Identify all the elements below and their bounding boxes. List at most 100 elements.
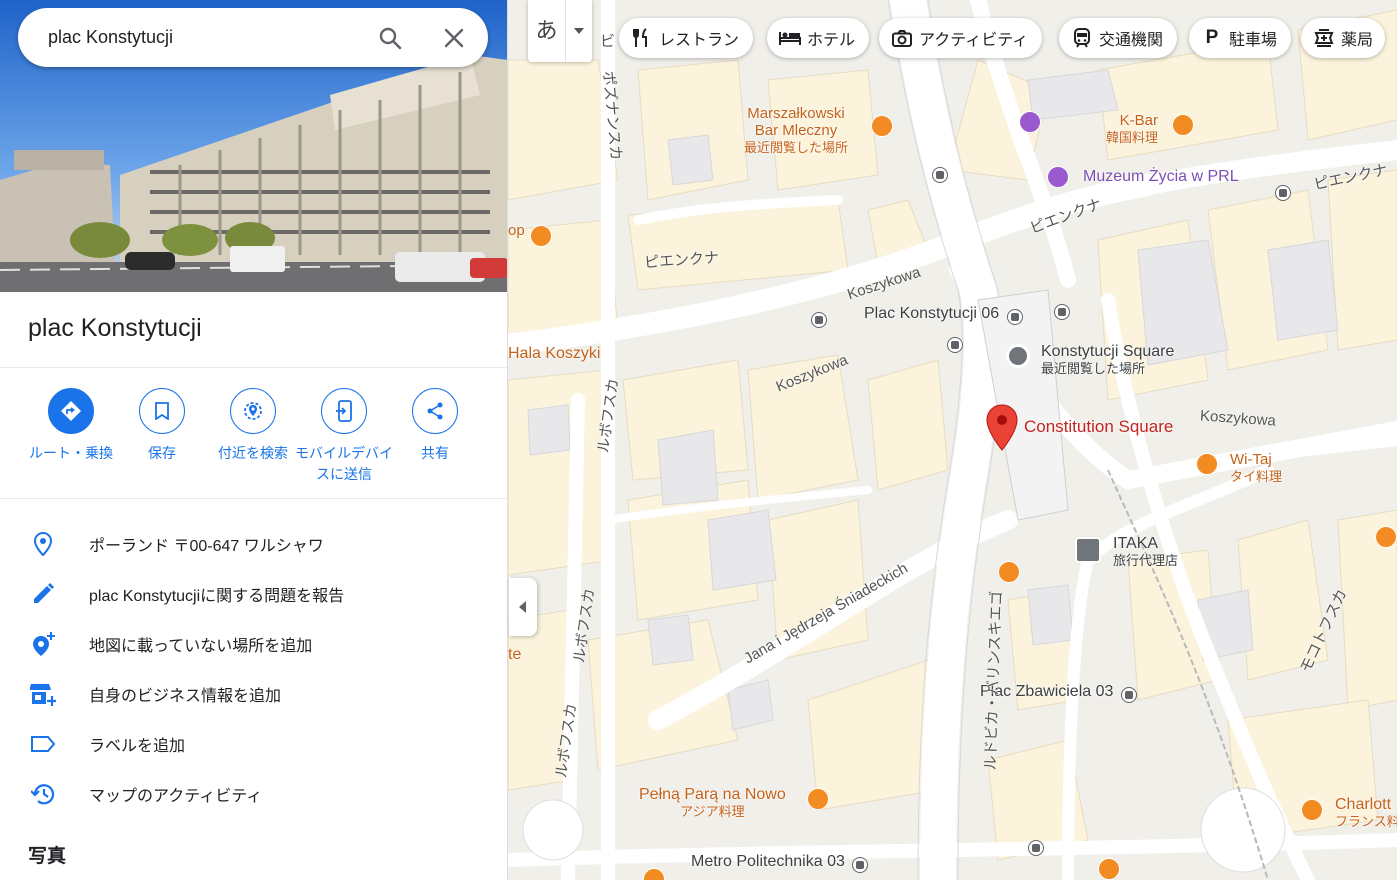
transit-stop-icon[interactable] <box>947 337 963 353</box>
poi-constitution-label[interactable]: Constitution Square <box>1024 417 1173 437</box>
chip-transit-label: 交通機関 <box>1099 32 1164 49</box>
address-row[interactable]: ポーランド 〒00-647 ワルシャワ <box>0 519 507 569</box>
poi-charlott-label[interactable]: Charlott フランス料 <box>1335 796 1397 830</box>
chip-activity[interactable]: アクティビティ <box>879 18 1043 58</box>
clear-search-button[interactable] <box>438 22 470 54</box>
place-title: plac Konstytucji <box>28 314 202 342</box>
chip-pharmacy[interactable]: 薬局 <box>1301 18 1386 58</box>
poi-muzeum-label[interactable]: Muzeum Życia w PRL <box>1083 168 1239 186</box>
app-root: Marszałkowski Bar Mleczny 最近閲覧した場所 K-Bar… <box>0 0 1397 880</box>
chip-hotel[interactable]: ホテル <box>767 18 870 58</box>
search-box: plac Konstytucji <box>18 8 488 67</box>
tram-stop-icon <box>1120 687 1137 703</box>
send-to-phone-label: モバイルデバイスに送信 <box>295 445 393 482</box>
nearby-label: 付近を検索 <box>218 445 288 461</box>
place-marker-konst-square[interactable] <box>1006 344 1030 368</box>
restaurant-pin-witaj[interactable] <box>1196 453 1218 475</box>
transit-plac06-label[interactable]: Plac Konstytucji 06 <box>864 305 1023 325</box>
poi-hala-label[interactable]: Hala Koszyki <box>508 345 600 363</box>
chip-parking[interactable]: P 駐車場 <box>1189 18 1292 58</box>
poi-kbar-sub: 韓国料理 <box>1106 130 1159 145</box>
transit-stop-icon[interactable] <box>811 312 827 328</box>
share-button[interactable]: 共有 <box>385 388 485 464</box>
add-business-text: 自身のビジネス情報を追加 <box>89 688 282 705</box>
collapse-panel-button[interactable] <box>509 578 537 636</box>
poi-itaka-sub: 旅行代理店 <box>1113 553 1179 568</box>
search-input[interactable]: plac Konstytucji <box>48 8 173 67</box>
transit-stop-icon[interactable] <box>1275 185 1291 201</box>
transit-stop-icon[interactable] <box>932 167 948 183</box>
travel-agency-pin-itaka[interactable] <box>1075 537 1101 563</box>
restaurant-pin-pelna[interactable] <box>807 788 829 810</box>
send-to-phone-icon <box>321 388 367 434</box>
selected-location-pin-icon[interactable] <box>985 404 1019 452</box>
address-text: ポーランド 〒00-647 ワルシャワ <box>89 538 324 555</box>
input-method-dropdown[interactable] <box>566 0 592 62</box>
chip-transit[interactable]: 交通機関 <box>1059 18 1178 58</box>
caret-down-icon <box>574 28 584 34</box>
add-business-icon <box>30 681 56 707</box>
poi-konst-square-label[interactable]: Konstytucji Square 最近閲覧した場所 <box>1041 343 1174 377</box>
divider <box>0 367 507 368</box>
transit-stop-icon[interactable] <box>1028 840 1044 856</box>
chip-hotel-label: ホテル <box>807 32 856 49</box>
restaurant-pin-op[interactable] <box>530 225 552 247</box>
restaurant-pin-2[interactable] <box>998 561 1020 583</box>
restaurant-pin-charlott[interactable] <box>1301 799 1323 821</box>
poi-op-label[interactable]: op <box>508 222 525 239</box>
map-activity-row[interactable]: マップのアクティビティ <box>0 769 507 819</box>
street-bi: ビ <box>600 33 616 50</box>
label-icon <box>30 731 56 757</box>
directions-button[interactable]: ルート・乗換 <box>21 388 121 464</box>
poi-marszalkowski-label[interactable]: Marszałkowski Bar Mleczny 最近閲覧した場所 <box>744 105 848 156</box>
poi-pelna-label[interactable]: Pełną Parą na Nowo アジア料理 <box>639 786 786 820</box>
save-button[interactable]: 保存 <box>112 388 212 464</box>
poi-kbar-label[interactable]: K-Bar 韓国料理 <box>1106 112 1158 146</box>
transit-icon <box>1071 27 1093 49</box>
transit-stop-icon[interactable] <box>1054 304 1070 320</box>
close-icon <box>444 28 464 48</box>
add-business-row[interactable]: 自身のビジネス情報を追加 <box>0 669 507 719</box>
poi-marszalkowski-name2: Bar Mleczny <box>754 122 838 139</box>
pharmacy-icon <box>1313 27 1335 49</box>
nearby-button[interactable]: 付近を検索 <box>203 388 303 464</box>
directions-icon <box>48 388 94 434</box>
add-place-row[interactable]: 地図に載っていない場所を追加 <box>0 619 507 669</box>
chip-parking-label: 駐車場 <box>1229 32 1278 49</box>
chip-pharmacy-label: 薬局 <box>1341 32 1374 49</box>
photos-heading: 写真 <box>28 846 67 867</box>
transit-metro-label[interactable]: Metro Politechnika 03 <box>691 853 869 873</box>
restaurant-pin-kbar[interactable] <box>1172 114 1194 136</box>
restaurant-pin-bottom[interactable] <box>1098 858 1120 880</box>
add-place-text: 地図に載っていない場所を追加 <box>89 638 313 655</box>
transit-plac06-name: Plac Konstytucji 06 <box>864 305 1000 322</box>
map-activity-text: マップのアクティビティ <box>89 788 263 805</box>
restaurant-pin-marszalkowski[interactable] <box>871 115 893 137</box>
send-to-phone-button[interactable]: モバイルデバイスに送信 <box>294 388 394 485</box>
museum-pin-1[interactable] <box>1019 111 1041 133</box>
search-button[interactable] <box>374 22 406 54</box>
tram-stop-icon <box>1006 309 1023 325</box>
input-method-button[interactable]: あ <box>528 0 566 62</box>
action-buttons: ルート・乗換 保存 付近を検索 モバイルデバイスに送信 共有 <box>0 388 507 488</box>
chip-restaurant[interactable]: レストラン <box>619 18 754 58</box>
poi-witaj-sub: タイ料理 <box>1230 469 1283 484</box>
poi-te-label[interactable]: te <box>508 646 521 664</box>
chevron-left-icon <box>519 601 526 613</box>
bookmark-icon <box>139 388 185 434</box>
restaurant-pin-edge[interactable] <box>1375 526 1397 548</box>
report-problem-row[interactable]: plac Konstytucjiに関する問題を報告 <box>0 569 507 619</box>
poi-charlott-name: Charlott <box>1335 796 1392 813</box>
poi-witaj-label[interactable]: Wi-Taj タイ料理 <box>1230 451 1282 485</box>
poi-itaka-name: ITAKA <box>1113 535 1159 552</box>
location-pin-icon <box>30 531 56 557</box>
poi-itaka-label[interactable]: ITAKA 旅行代理店 <box>1113 535 1178 569</box>
poi-pelna-sub: アジア料理 <box>680 804 745 819</box>
museum-pin-prl[interactable] <box>1047 166 1069 188</box>
parking-icon: P <box>1205 27 1219 48</box>
add-label-row[interactable]: ラベルを追加 <box>0 719 507 769</box>
poi-kbar-name: K-Bar <box>1119 112 1159 129</box>
add-place-icon <box>30 631 56 657</box>
map-canvas[interactable]: Marszałkowski Bar Mleczny 最近閲覧した場所 K-Bar… <box>508 0 1397 880</box>
hotel-icon <box>779 27 801 49</box>
